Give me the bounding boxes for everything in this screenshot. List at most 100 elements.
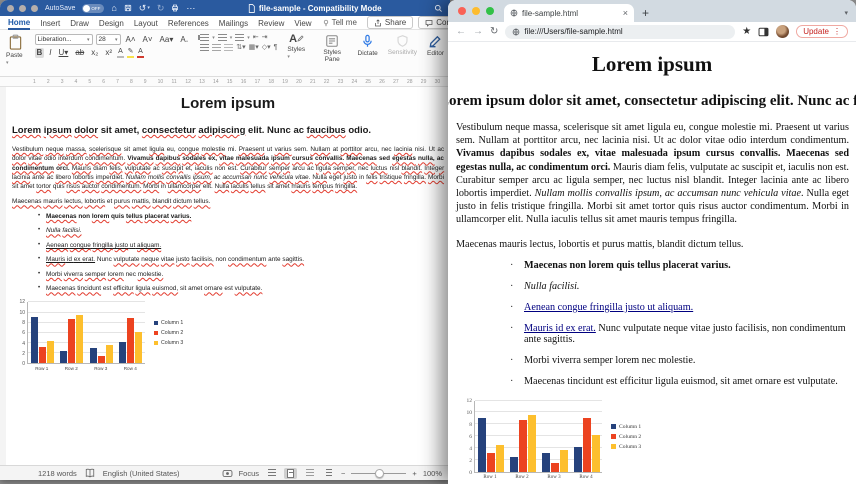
align-right-icon[interactable] [224,44,233,51]
font-size-select[interactable]: 28▾ [96,34,121,45]
side-panel-icon[interactable] [758,27,769,37]
doc-bullet-list: Maecenas non lorem quis tellus placerat … [12,213,444,293]
chrome-toolbar: ← → ↻ file:///Users/file-sample.html ★ U… [448,22,856,42]
zoom-slider-knob[interactable] [375,469,384,478]
save-icon[interactable] [124,4,132,12]
tab-home[interactable]: Home [8,16,30,30]
styles-button[interactable]: A Styles ▾ [287,34,306,60]
site-info-globe-icon[interactable] [512,28,520,36]
font-color-button[interactable]: A [137,48,144,58]
zoom-window-button[interactable] [486,7,494,15]
zoom-slider[interactable] [351,473,406,474]
zoom-in-button[interactable]: + [412,469,416,478]
word-statusbar: 1218 words English (United States) Focus… [0,465,450,480]
font-name-select[interactable]: Liberation...▾ [35,34,93,45]
text-effects-button[interactable]: A [117,48,124,58]
zoom-window-button[interactable] [31,5,38,12]
close-window-button[interactable] [7,5,14,12]
chrome-window-controls[interactable] [458,7,494,15]
grow-font-button[interactable]: A˄ [124,35,138,45]
browser-page-content[interactable]: Lorem ipsum Lorem ipsum dolor sit amet, … [448,42,856,484]
extension-icon[interactable]: ★ [742,27,751,37]
shading-icon[interactable]: ◇▾ [262,44,271,51]
new-tab-button[interactable]: + [642,6,649,22]
tab-draw[interactable]: Draw [70,17,89,29]
forward-button[interactable]: → [473,27,483,37]
word-count[interactable]: 1218 words [38,469,77,478]
menu-dots-icon[interactable]: ⋮ [833,27,841,36]
window-controls[interactable] [7,5,38,12]
undo-icon[interactable]: ↺▾ [139,4,150,13]
tab-search-chevron-icon[interactable]: ▾ [844,9,848,22]
tab-mailings[interactable]: Mailings [219,17,248,29]
multilevel-list-icon[interactable] [235,34,244,41]
bullet-list-icon[interactable] [200,34,209,41]
share-button[interactable]: Share [367,16,413,29]
tab-review[interactable]: Review [258,17,284,29]
address-bar[interactable]: file:///Users/file-sample.html [505,25,735,39]
align-left-icon[interactable] [200,44,209,51]
reload-button[interactable]: ↻ [490,27,498,37]
close-tab-icon[interactable]: × [623,8,628,18]
minimize-window-button[interactable] [19,5,26,12]
editor-button[interactable]: Editor [427,34,444,57]
autosave-toggle[interactable]: OFF [82,4,104,13]
clear-format-button[interactable]: A𝆹 [178,35,190,45]
line-spacing-icon[interactable]: ⇅▾ [236,44,245,51]
undo-caret-icon[interactable]: ▾ [147,6,150,11]
dictate-button[interactable]: Dictate [358,34,378,57]
search-icon[interactable] [434,4,443,13]
focus-button[interactable]: Focus [239,469,259,478]
styles-pane-button[interactable]: Styles Pane [317,34,348,63]
comments-button[interactable]: Comments [418,16,450,29]
borders-icon[interactable]: ▦▾ [249,44,259,51]
autosave-state: OFF [91,6,100,11]
home-icon[interactable]: ⌂ [111,4,116,13]
tab-insert[interactable]: Insert [40,17,60,29]
word-document-page[interactable]: Lorem ipsum Lorem ipsum dolor sit amet, … [0,87,450,465]
more-options-icon[interactable]: ⋯ [186,4,195,13]
browser-tab[interactable]: file-sample.html × [504,4,634,22]
underline-button[interactable]: U▾ [57,48,71,58]
change-case-button[interactable]: Aa▾ [158,35,176,45]
tab-design[interactable]: Design [99,17,124,29]
tab-layout[interactable]: Layout [134,17,158,29]
page-paragraph-2: Maecenas mauris lectus, lobortis et puru… [456,239,849,250]
list-item: Mauris id ex erat. Nunc vulputate neque … [510,323,856,345]
increase-indent-icon[interactable]: ⇥ [262,34,268,41]
paste-button[interactable]: Paste ▾ [6,34,25,66]
read-mode-button[interactable] [265,468,278,479]
ruler[interactable]: 1234567891011121314151617181920212223242… [0,77,450,87]
chrome-tabstrip: file-sample.html × + ▾ [448,0,856,22]
zoom-out-button[interactable]: − [341,469,345,478]
strikethrough-button[interactable]: ab [73,48,86,58]
page-subtitle: Lorem ipsum dolor sit amet, consectetur … [448,93,856,110]
superscript-button[interactable]: x² [103,48,114,58]
align-center-icon[interactable] [212,44,221,51]
web-layout-button[interactable] [303,468,316,479]
tab-references[interactable]: References [168,17,209,29]
proofing-book-icon[interactable] [85,468,95,478]
numbered-list-icon[interactable] [218,34,227,41]
shrink-font-button[interactable]: A˅ [141,35,155,45]
print-icon[interactable] [171,4,179,12]
zoom-level[interactable]: 100% [423,469,442,478]
tab-view[interactable]: View [294,17,311,29]
update-button[interactable]: Update ⋮ [796,25,848,38]
list-item: Maecenas tincidunt est efficitur ligula … [510,376,856,387]
decrease-indent-icon[interactable]: ⇤ [253,34,259,41]
italic-button[interactable]: I [47,48,53,58]
language-status[interactable]: English (United States) [103,469,180,478]
subscript-button[interactable]: x₂ [89,48,100,58]
doc-paragraph-1: Vestibulum neque massa, scelerisque sit … [12,145,444,191]
outline-view-button[interactable] [322,468,335,479]
profile-avatar[interactable] [776,25,789,38]
tell-me-button[interactable]: Tell me [322,18,357,27]
highlight-color-button[interactable]: ✎ [127,48,134,58]
bold-button[interactable]: B [35,48,45,58]
back-button[interactable]: ← [456,27,466,37]
close-window-button[interactable] [458,7,466,15]
minimize-window-button[interactable] [472,7,480,15]
pilcrow-icon[interactable]: ¶ [274,44,278,51]
print-layout-button[interactable] [284,468,297,479]
